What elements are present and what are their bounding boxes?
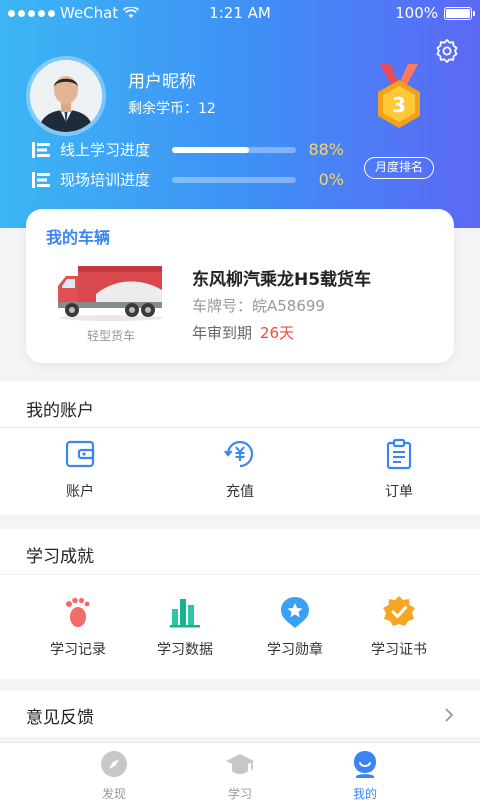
vehicle-card-title: 我的车辆 [46, 228, 111, 247]
progress-list-icon [32, 172, 50, 188]
medal-number: 3 [392, 93, 406, 117]
vehicle-type: 轻型货车 [86, 329, 135, 343]
battery-percent: 100% [395, 4, 438, 22]
achievement-certificate-item[interactable]: 学习证书 [354, 595, 444, 659]
badge-icon [281, 597, 309, 628]
certificate-icon [383, 596, 415, 626]
clipboard-icon [386, 438, 412, 470]
onsite-progress-row: 现场培训进度 0% [32, 170, 352, 190]
wallet-icon [65, 440, 95, 468]
battery-icon [444, 6, 475, 20]
account-section-title: 我的账户 [26, 401, 94, 421]
achievements-section: 学习成就 学习记录 学习数据 学习勋章 学习证书 [0, 529, 480, 679]
tab-discover[interactable]: 发现 [74, 749, 154, 800]
coin-balance: 剩余学币：12 [128, 101, 216, 117]
achievement-certificate-label: 学习证书 [371, 642, 427, 658]
feedback-label: 意见反馈 [26, 708, 94, 728]
tab-discover-label: 发现 [101, 787, 126, 800]
feedback-row[interactable]: 意见反馈 [0, 691, 480, 737]
achievement-badges-label: 学习勋章 [267, 642, 323, 658]
achievement-data-item[interactable]: 学习数据 [140, 595, 230, 659]
vehicle-plate: 车牌号：皖A58699 [192, 297, 325, 315]
vehicle-card[interactable]: 我的车辆 轻型货车 东风柳汽乘龙H5载货车 车牌号：皖A58699 年审到期 26… [26, 209, 454, 363]
divider [0, 574, 480, 575]
bottom-tab-bar: 发现 学习 我的 [0, 742, 480, 800]
compass-icon [101, 751, 127, 777]
avatar[interactable] [26, 56, 106, 136]
achievement-records-item[interactable]: 学习记录 [33, 595, 123, 659]
settings-gear-icon[interactable] [434, 38, 460, 64]
account-orders-label: 订单 [385, 484, 413, 500]
account-section: 我的账户 账户 充值 订单 [0, 381, 480, 515]
account-recharge-item[interactable]: 充值 [195, 437, 285, 501]
inspection-label: 年审到期 [192, 324, 253, 342]
avatar-photo [30, 60, 102, 132]
bar-chart-icon [170, 599, 200, 628]
online-progress-row: 线上学习进度 88% [32, 140, 352, 160]
account-wallet-label: 账户 [66, 484, 94, 500]
chevron-right-icon [445, 708, 454, 722]
achievement-data-label: 学习数据 [157, 642, 213, 658]
divider [0, 427, 480, 428]
tab-mine[interactable]: 我的 [325, 749, 405, 800]
inspection-due: 年审到期 26天 [192, 322, 294, 343]
vehicle-name: 东风柳汽乘龙H5载货车 [192, 270, 372, 290]
tab-study-label: 学习 [227, 787, 252, 800]
achievement-badges-item[interactable]: 学习勋章 [250, 595, 340, 659]
account-recharge-label: 充值 [226, 484, 254, 500]
recharge-icon [224, 440, 254, 468]
achievement-records-label: 学习记录 [50, 642, 106, 658]
progress-list-icon [32, 142, 50, 158]
achievements-section-title: 学习成就 [26, 547, 94, 567]
account-orders-item[interactable]: 订单 [354, 437, 444, 501]
truck-icon [58, 266, 163, 321]
online-progress-value: 88% [308, 140, 344, 159]
status-bar: WeChat 1:21 AM 100% [0, 0, 480, 26]
onsite-progress-value: 0% [318, 170, 344, 189]
inspection-days: 26天 [260, 324, 295, 342]
online-progress-bar [172, 147, 296, 153]
tab-study[interactable]: 学习 [200, 749, 280, 800]
rank-medal-icon[interactable]: 3 [366, 62, 432, 138]
user-nickname[interactable]: 用户昵称 [128, 67, 196, 92]
monthly-ranking-button[interactable]: 月度排名 [364, 157, 434, 179]
onsite-progress-bar [172, 177, 296, 183]
online-progress-label: 线上学习进度 [60, 141, 151, 159]
graduation-cap-icon [226, 754, 254, 774]
account-wallet-item[interactable]: 账户 [35, 437, 125, 501]
onsite-progress-label: 现场培训进度 [60, 171, 151, 189]
footprint-icon [66, 597, 90, 627]
user-icon [354, 751, 376, 778]
tab-mine-label: 我的 [352, 787, 377, 800]
